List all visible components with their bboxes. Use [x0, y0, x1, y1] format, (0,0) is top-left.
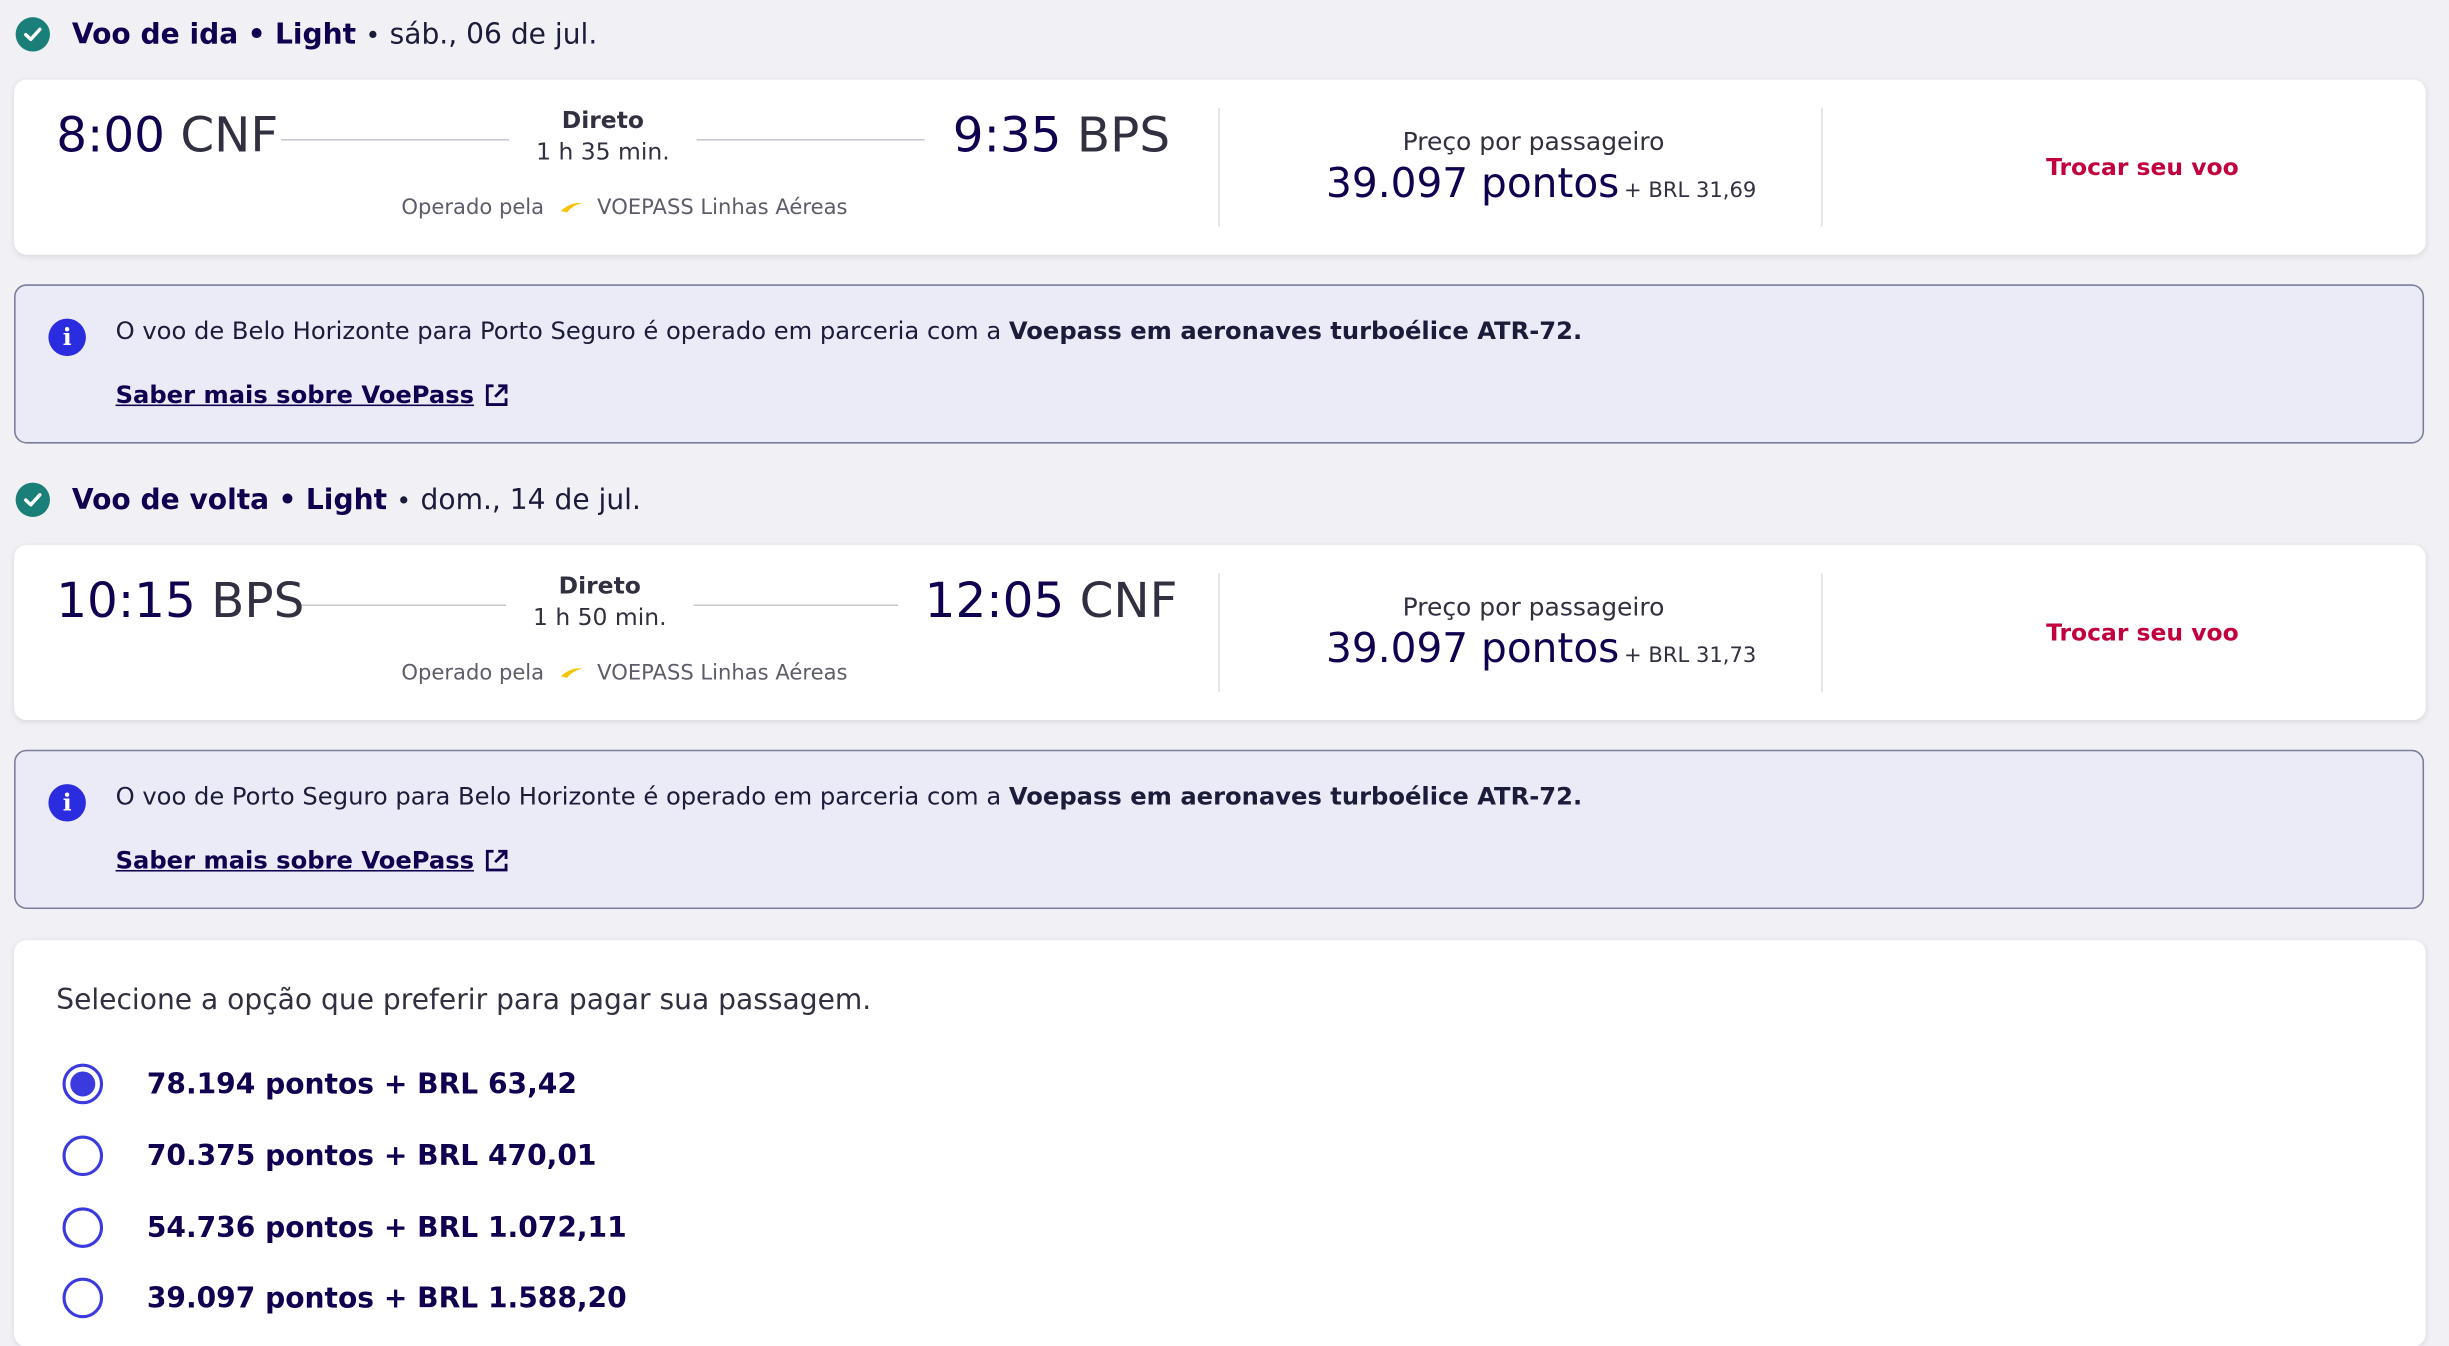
separator-dot: • — [247, 17, 266, 51]
payment-option-label: 70.375 pontos + BRL 470,01 — [146, 1139, 597, 1173]
stops-label: Direto — [558, 571, 641, 600]
operated-by: Operado pela VOEPASS Linhas Aéreas — [401, 661, 847, 686]
divider — [1821, 107, 1823, 227]
voepass-info-link[interactable]: Saber mais sobre VoePass — [116, 381, 509, 409]
operator-name: VOEPASS Linhas Aéreas — [597, 660, 848, 686]
price-points: 39.097 pontos — [1326, 160, 1620, 208]
voepass-logo-icon — [560, 661, 585, 686]
price-brl: + BRL 31,73 — [1624, 643, 1757, 669]
payment-option-label: 78.194 pontos + BRL 63,42 — [146, 1067, 577, 1101]
check-circle-icon — [15, 482, 50, 517]
route-line — [281, 139, 510, 141]
arrival-time: 9:35 — [952, 107, 1062, 164]
route-line — [301, 604, 507, 607]
departure-time: 8:00 — [56, 107, 165, 164]
divider — [1218, 107, 1220, 227]
price-label: Preço por passageiro — [1402, 126, 1665, 157]
fare-name: Light — [305, 483, 388, 517]
voepass-logo-icon — [560, 195, 585, 220]
leg-direction: Voo de volta — [71, 483, 270, 517]
outbound-info-banner: i O voo de Belo Horizonte para Porto Seg… — [14, 284, 2425, 444]
leg-direction: Voo de ida — [71, 17, 239, 51]
inbound-heading: Voo de volta • Light • dom., 14 de jul. — [15, 481, 641, 518]
payment-option[interactable]: 78.194 pontos + BRL 63,42 — [62, 1063, 577, 1105]
operator-name: VOEPASS Linhas Aéreas — [597, 195, 848, 221]
payment-radio[interactable] — [62, 1135, 104, 1177]
departure-code: BPS — [211, 573, 305, 630]
inbound-flight-card: 10:15 BPS Direto 1 h 50 min. 12:05 CNF O… — [14, 545, 2426, 721]
external-link-icon — [485, 384, 507, 406]
arrival-time: 12:05 — [924, 573, 1065, 630]
divider — [1218, 573, 1220, 692]
outbound-heading: Voo de ida • Light • sáb., 06 de jul. — [15, 16, 598, 53]
payment-option[interactable]: 70.375 pontos + BRL 470,01 — [62, 1135, 597, 1177]
separator-dot: • — [278, 483, 297, 517]
check-circle-icon — [15, 17, 50, 52]
payment-radio[interactable] — [62, 1063, 104, 1105]
leg-title: Voo de volta • Light — [72, 483, 387, 516]
info-icon: i — [48, 318, 86, 357]
info-icon: i — [48, 784, 86, 822]
payment-title: Selecione a opção que preferir para paga… — [56, 983, 872, 1017]
price: 39.097 pontos + BRL 31,73 — [1326, 626, 1756, 673]
leg-title: Voo de ida • Light — [72, 18, 356, 51]
flight-duration: Direto 1 h 50 min. — [506, 572, 693, 631]
change-flight-button[interactable]: Trocar seu voo — [2046, 153, 2239, 181]
info-link-label: Saber mais sobre VoePass — [115, 381, 475, 410]
flight-duration: Direto 1 h 35 min. — [509, 106, 696, 165]
arrival-code: BPS — [1076, 107, 1171, 164]
inbound-info-banner: i O voo de Porto Seguro para Belo Horizo… — [14, 749, 2425, 910]
payment-option-label: 54.736 pontos + BRL 1.072,11 — [146, 1211, 627, 1245]
change-flight-button[interactable]: Trocar seu voo — [2046, 619, 2239, 647]
payment-radio[interactable] — [62, 1277, 104, 1319]
price-points: 39.097 pontos — [1326, 626, 1620, 674]
voepass-info-link[interactable]: Saber mais sobre VoePass — [116, 847, 509, 875]
outbound-flight-card: 8:00 CNF Direto 1 h 35 min. 9:35 BPS Ope… — [14, 79, 2426, 255]
info-message-bold: Voepass em aeronaves turboélice ATR-72. — [1008, 782, 1583, 811]
price: 39.097 pontos + BRL 31,69 — [1326, 161, 1756, 208]
info-text: O voo de Belo Horizonte para Porto Segur… — [116, 317, 1583, 345]
departure: 10:15 BPS — [56, 573, 304, 629]
separator-dot: • — [365, 19, 381, 50]
price-label: Preço por passageiro — [1402, 591, 1665, 622]
operated-by-label: Operado pela — [401, 660, 545, 686]
payment-options-card: Selecione a opção que preferir para paga… — [14, 940, 2426, 1346]
page: Voo de ida • Light • sáb., 06 de jul. 8:00… — [0, 0, 2449, 1346]
payment-option[interactable]: 54.736 pontos + BRL 1.072,11 — [62, 1207, 627, 1248]
price-brl: + BRL 31,69 — [1624, 178, 1757, 204]
info-link-label: Saber mais sobre VoePass — [115, 846, 475, 875]
leg-date: dom., 14 de jul. — [420, 483, 641, 517]
operated-by-label: Operado pela — [401, 195, 545, 221]
departure-time: 10:15 — [56, 573, 196, 630]
route-line — [696, 139, 925, 141]
divider — [1821, 573, 1823, 692]
separator-dot: • — [396, 484, 412, 515]
fare-name: Light — [274, 17, 357, 51]
route-line — [693, 604, 899, 607]
duration-label: 1 h 50 min. — [532, 602, 667, 632]
duration-label: 1 h 35 min. — [536, 137, 670, 166]
leg-date: sáb., 06 de jul. — [389, 17, 598, 51]
info-text: O voo de Porto Seguro para Belo Horizont… — [116, 783, 1583, 811]
payment-option-label: 39.097 pontos + BRL 1.588,20 — [146, 1281, 627, 1315]
external-link-icon — [485, 849, 507, 872]
departure: 8:00 CNF — [56, 108, 278, 164]
arrival: 9:35 BPS — [953, 108, 1170, 164]
departure-code: CNF — [180, 107, 279, 164]
operated-by: Operado pela VOEPASS Linhas Aéreas — [401, 195, 847, 220]
arrival-code: CNF — [1079, 573, 1178, 630]
info-message: O voo de Belo Horizonte para Porto Segur… — [115, 317, 1009, 346]
payment-radio[interactable] — [62, 1207, 104, 1248]
info-message: O voo de Porto Seguro para Belo Horizont… — [115, 782, 1009, 811]
payment-option[interactable]: 39.097 pontos + BRL 1.588,20 — [62, 1277, 627, 1319]
info-message-bold: Voepass em aeronaves turboélice ATR-72. — [1008, 317, 1583, 346]
arrival: 12:05 CNF — [925, 573, 1178, 629]
stops-label: Direto — [561, 106, 644, 135]
